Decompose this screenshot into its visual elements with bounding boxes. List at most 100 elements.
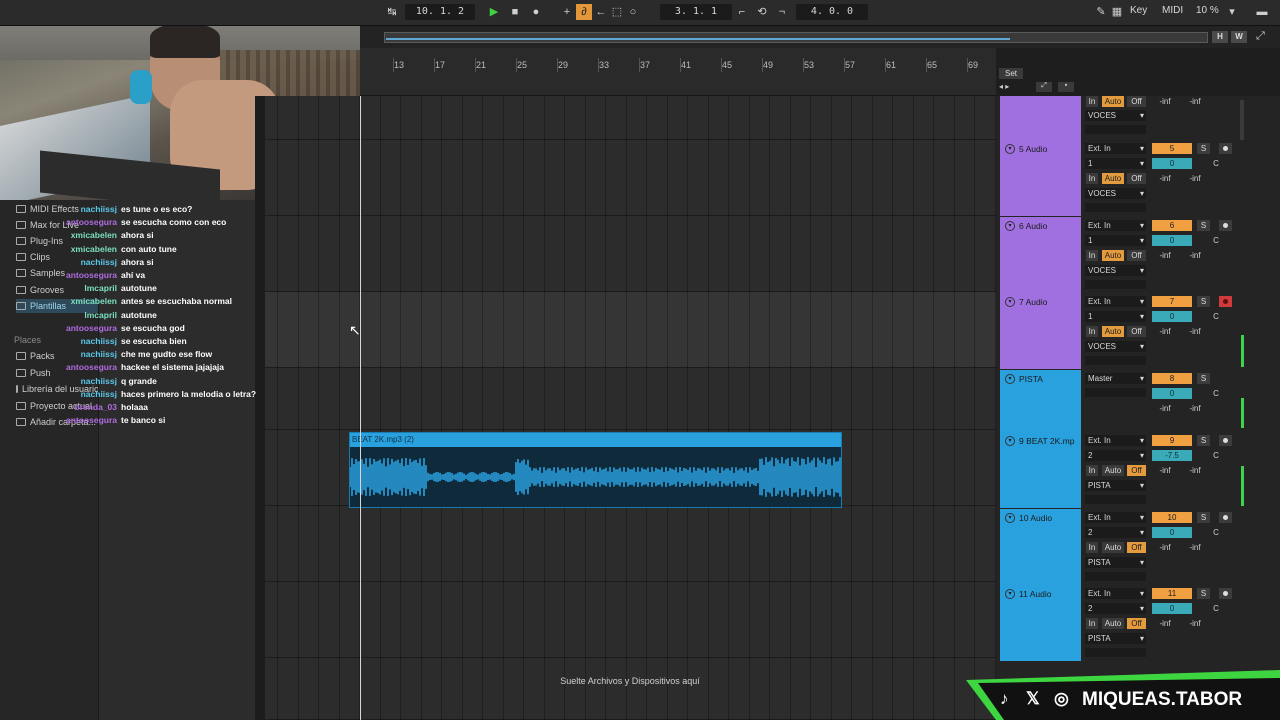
pan-field[interactable]: C <box>1206 450 1226 461</box>
arm-record-button[interactable] <box>1219 296 1232 307</box>
output-channel-select[interactable] <box>1085 203 1146 212</box>
input-type-select[interactable]: Ext. In <box>1085 512 1146 523</box>
solo-button[interactable]: S <box>1197 435 1210 446</box>
track-activator-button[interactable]: 6 <box>1152 220 1192 231</box>
capture-icon[interactable]: ⬚ <box>609 4 625 20</box>
monitor-in-button[interactable]: In <box>1086 542 1098 553</box>
track-name[interactable]: 10 Audio <box>1019 513 1052 523</box>
track-lane[interactable] <box>265 96 996 140</box>
track-activator-button[interactable]: 9 <box>1152 435 1192 446</box>
solo-button[interactable]: S <box>1197 143 1210 154</box>
lock-icon[interactable]: ▪ <box>1058 82 1074 92</box>
track-name[interactable]: 6 Audio <box>1019 221 1047 231</box>
track-activator-button[interactable]: 5 <box>1152 143 1192 154</box>
solo-button[interactable]: S <box>1197 296 1210 307</box>
draw-mode-icon[interactable]: ✎ <box>1093 4 1109 20</box>
track-volume-field[interactable]: 0 <box>1152 388 1192 399</box>
pan-field[interactable]: C <box>1206 527 1226 538</box>
monitor-off-button[interactable]: Off <box>1127 326 1146 337</box>
audio-clip[interactable]: BEAT 2K.mp3 (2) <box>349 432 842 508</box>
output-channel-select[interactable] <box>1085 495 1146 504</box>
track-activator-button[interactable]: 11 <box>1152 588 1192 599</box>
arm-record-button[interactable] <box>1219 512 1232 523</box>
monitor-off-button[interactable]: Off <box>1127 465 1146 476</box>
monitor-off-button[interactable]: Off <box>1127 618 1146 629</box>
monitor-off-button[interactable]: Off <box>1127 542 1146 553</box>
input-type-select[interactable]: Master <box>1085 373 1146 384</box>
track-lane[interactable] <box>265 506 996 582</box>
fold-track-icon[interactable]: ▾ <box>1005 436 1015 446</box>
track-volume-field[interactable]: 0 <box>1152 603 1192 614</box>
output-channel-select[interactable] <box>1085 572 1146 581</box>
track-name[interactable]: 7 Audio <box>1019 297 1047 307</box>
input-type-select[interactable]: Ext. In <box>1085 220 1146 231</box>
track-activator-button[interactable]: 7 <box>1152 296 1192 307</box>
monitor-in-button[interactable]: In <box>1086 465 1098 476</box>
input-channel-select[interactable]: 1 <box>1085 158 1146 169</box>
track-activator-button[interactable]: 8 <box>1152 373 1192 384</box>
monitor-auto-button[interactable]: Auto <box>1102 542 1124 553</box>
output-channel-select[interactable] <box>1085 356 1146 365</box>
input-channel-select[interactable]: 1 <box>1085 235 1146 246</box>
play-button[interactable]: ▶ <box>486 4 502 20</box>
track-header[interactable]: ▾ 7 Audio <box>1000 293 1081 369</box>
track-header[interactable]: ▾ PISTA <box>1000 370 1081 432</box>
record-button[interactable]: ● <box>528 4 544 20</box>
track-volume-field[interactable]: 0 <box>1152 527 1192 538</box>
track-lane[interactable] <box>265 658 996 720</box>
monitor-auto-button[interactable]: Auto <box>1102 465 1124 476</box>
input-type-select[interactable]: Ext. In <box>1085 296 1146 307</box>
input-type-select[interactable]: Ext. In <box>1085 588 1146 599</box>
output-routing-select[interactable]: VOCES <box>1085 110 1146 121</box>
loop-length[interactable]: 4. 0. 0 <box>796 4 868 20</box>
automation-arm-icon[interactable]: ∂ <box>576 4 592 20</box>
monitor-in-button[interactable]: In <box>1086 173 1098 184</box>
song-position[interactable]: 10. 1. 2 <box>405 4 475 20</box>
track-header[interactable]: ▾ 11 Audio <box>1000 585 1081 661</box>
metronome-icon[interactable]: ○ <box>625 4 641 20</box>
beat-time-ruler[interactable]: 13 17 21 25 29 33 37 41 45 49 53 57 61 65 69 <box>360 48 996 96</box>
input-channel-select[interactable]: 1 <box>1085 311 1146 322</box>
loop-switch-icon[interactable]: ⟲ <box>754 4 770 20</box>
fold-track-icon[interactable]: ▾ <box>1005 589 1015 599</box>
track-lane[interactable] <box>265 140 996 216</box>
solo-button[interactable]: S <box>1197 588 1210 599</box>
arm-record-button[interactable] <box>1219 588 1232 599</box>
w-button[interactable]: W <box>1231 31 1247 43</box>
track-name[interactable]: 5 Audio <box>1019 144 1047 154</box>
output-routing-select[interactable]: PISTA <box>1085 633 1146 644</box>
track-name[interactable]: 11 Audio <box>1019 589 1051 599</box>
monitor-auto-button[interactable]: Auto <box>1102 326 1124 337</box>
pan-field[interactable]: C <box>1206 311 1226 322</box>
track-lane[interactable] <box>265 292 996 368</box>
monitor-off-button[interactable]: Off <box>1127 96 1146 107</box>
monitor-auto-button[interactable]: Auto <box>1102 618 1124 629</box>
output-channel-select[interactable] <box>1085 648 1146 657</box>
output-channel-select[interactable] <box>1085 125 1146 134</box>
pan-field[interactable]: C <box>1206 158 1226 169</box>
input-channel-select[interactable]: 2 <box>1085 527 1146 538</box>
arm-record-button[interactable] <box>1219 435 1232 446</box>
monitor-off-button[interactable]: Off <box>1127 173 1146 184</box>
stop-button[interactable]: ■ <box>507 4 523 20</box>
input-type-select[interactable]: Ext. In <box>1085 143 1146 154</box>
arrangement-view[interactable] <box>265 96 996 720</box>
track-name[interactable]: PISTA <box>1019 374 1043 384</box>
input-type-select[interactable]: Ext. In <box>1085 435 1146 446</box>
unfold-icon[interactable]: ⤢ <box>1036 82 1052 92</box>
monitor-in-button[interactable]: In <box>1086 96 1098 107</box>
track-volume-field[interactable]: -7.5 <box>1152 450 1192 461</box>
monitor-auto-button[interactable]: Auto <box>1102 173 1124 184</box>
track-volume-field[interactable]: 0 <box>1152 158 1192 169</box>
fold-track-icon[interactable]: ▾ <box>1005 297 1015 307</box>
track-header[interactable]: ▾ 5 Audio <box>1000 140 1081 216</box>
key-map-button[interactable]: Key <box>1130 5 1147 16</box>
monitor-in-button[interactable]: In <box>1086 618 1098 629</box>
expand-icon[interactable]: ⤢ <box>1256 30 1270 44</box>
pan-field[interactable]: C <box>1206 388 1226 399</box>
output-routing-select[interactable]: PISTA <box>1085 480 1146 491</box>
track-header[interactable]: ▾ 6 Audio <box>1000 217 1081 293</box>
clip-title[interactable]: BEAT 2K.mp3 (2) <box>350 433 841 447</box>
loop-start[interactable]: 3. 1. 1 <box>660 4 732 20</box>
monitor-auto-button[interactable]: Auto <box>1102 96 1124 107</box>
